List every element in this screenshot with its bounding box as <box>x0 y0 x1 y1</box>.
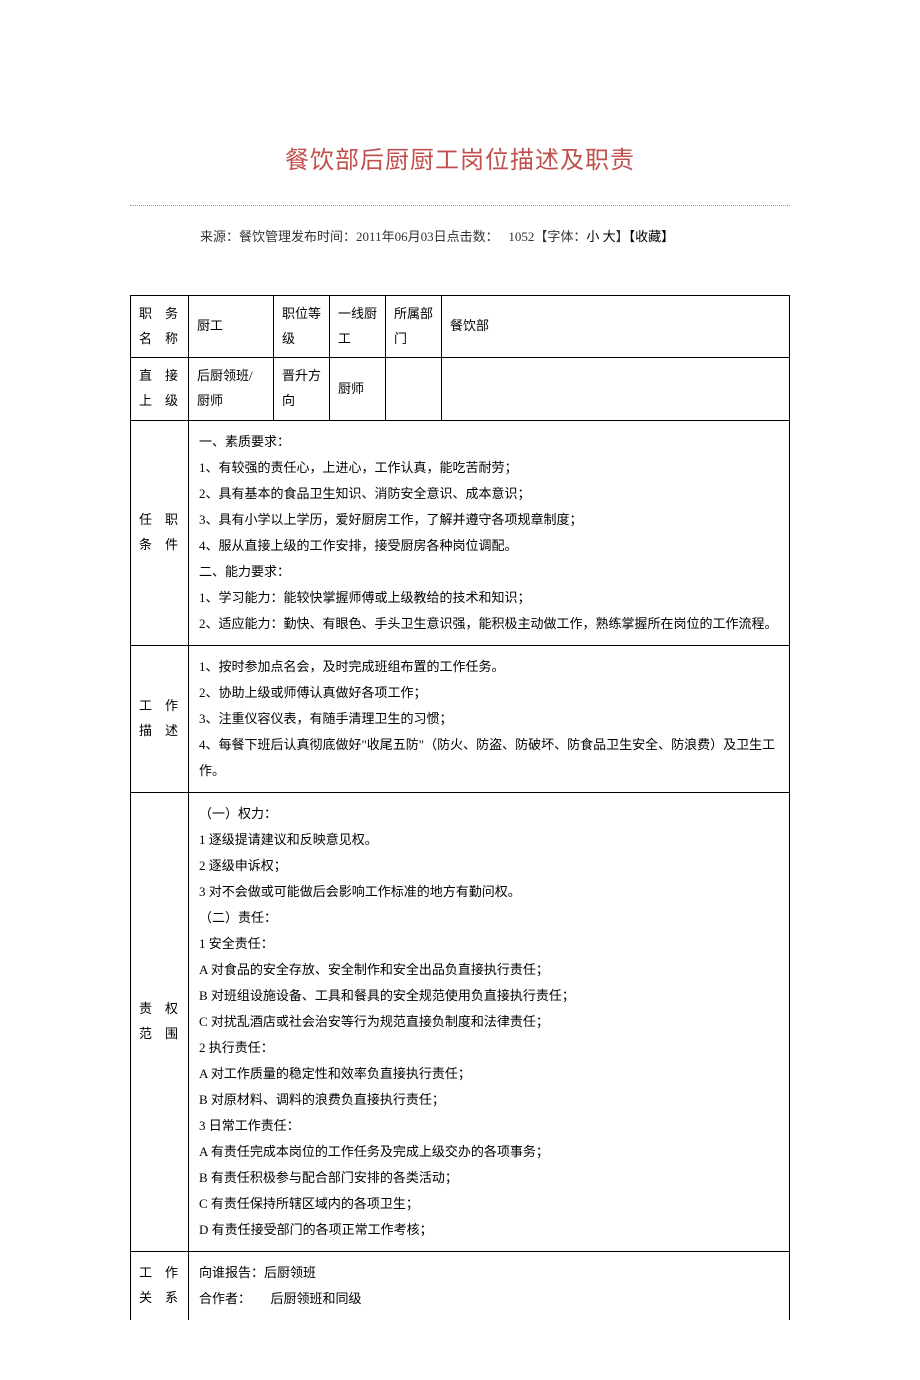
job-description-label: 工作描述 <box>131 645 189 792</box>
hits-value: 1052 <box>508 229 534 244</box>
department-label: 所属部门 <box>386 296 442 358</box>
source-value: 餐饮管理 <box>239 229 291 244</box>
content-line: 3 对不会做或可能做后会影响工作标准的地方有勤问权。 <box>199 879 779 905</box>
content-line: C 对扰乱酒店或社会治安等行为规范直接负制度和法律责任； <box>199 1009 779 1035</box>
empty-cell <box>442 358 790 420</box>
job-description-content: 1、按时参加点名会，及时完成班组布置的工作任务。 2、协助上级或师傅认真做好各项… <box>189 645 790 792</box>
content-line: A 对食品的安全存放、安全制作和安全出品负直接执行责任； <box>199 957 779 983</box>
content-line: 1、按时参加点名会，及时完成班组布置的工作任务。 <box>199 654 779 680</box>
content-line: 二、能力要求： <box>199 559 779 585</box>
table-row: 直接上级 后厨领班/厨师 晋升方向 厨师 <box>131 358 790 420</box>
table-row: 任职条件 一、素质要求： 1、有较强的责任心，上进心，工作认真，能吃苦耐劳； 2… <box>131 420 790 645</box>
table-row: 责权范围 （一）权力： 1 逐级提请建议和反映意见权。 2 逐级申诉权； 3 对… <box>131 792 790 1251</box>
empty-cell <box>386 358 442 420</box>
job-level-label: 职位等级 <box>274 296 330 358</box>
department-value: 餐饮部 <box>442 296 790 358</box>
content-line: 3、具有小学以上学历，爱好厨房工作，了解并遵守各项规章制度； <box>199 507 779 533</box>
supervisor-value: 后厨领班/厨师 <box>189 358 274 420</box>
work-relations-label: 工作关系 <box>131 1251 189 1320</box>
content-line: 2、具有基本的食品卫生知识、消防安全意识、成本意识； <box>199 481 779 507</box>
content-line: 3、注重仪容仪表，有随手清理卫生的习惯； <box>199 706 779 732</box>
content-line: （一）权力： <box>199 801 779 827</box>
content-line: 1、学习能力：能较快掌握师傅或上级教给的技术和知识； <box>199 585 779 611</box>
promotion-value: 厨师 <box>330 358 386 420</box>
publish-value: 2011年06月03日 <box>356 229 447 244</box>
content-line: B 对班组设施设备、工具和餐具的安全规范使用负直接执行责任； <box>199 983 779 1009</box>
job-title-value: 厨工 <box>189 296 274 358</box>
font-label: 【字体： <box>534 229 586 244</box>
publish-label: 发布时间： <box>291 229 356 244</box>
font-large-link[interactable]: 大 <box>603 229 616 244</box>
source-label: 来源： <box>200 229 239 244</box>
content-line: C 有责任保持所辖区域内的各项卫生； <box>199 1191 779 1217</box>
collect-link[interactable]: 【收藏】 <box>629 229 675 244</box>
content-line: 合作者： 后厨领班和同级 <box>199 1286 779 1312</box>
content-line: 一、素质要求： <box>199 429 779 455</box>
content-line: B 对原材料、调料的浪费负直接执行责任； <box>199 1087 779 1113</box>
page-title: 餐饮部后厨厨工岗位描述及职责 <box>130 140 790 175</box>
job-level-value: 一线厨工 <box>330 296 386 358</box>
font-small-link[interactable]: 小 <box>586 229 599 244</box>
content-line: D 有责任接受部门的各项正常工作考核； <box>199 1217 779 1243</box>
content-line: 2、适应能力：勤快、有眼色、手头卫生意识强，能积极主动做工作，熟练掌握所在岗位的… <box>199 611 779 637</box>
content-line: B 有责任积极参与配合部门安排的各类活动； <box>199 1165 779 1191</box>
table-row: 工作描述 1、按时参加点名会，及时完成班组布置的工作任务。 2、协助上级或师傅认… <box>131 645 790 792</box>
authority-scope-label: 责权范围 <box>131 792 189 1251</box>
qualifications-label: 任职条件 <box>131 420 189 645</box>
divider-line <box>130 205 790 206</box>
content-line: 2 逐级申诉权； <box>199 853 779 879</box>
content-line: 3 日常工作责任： <box>199 1113 779 1139</box>
content-line: 1 安全责任： <box>199 931 779 957</box>
content-line: 向谁报告：后厨领班 <box>199 1260 779 1286</box>
work-relations-content: 向谁报告：后厨领班 合作者： 后厨领班和同级 <box>189 1251 790 1320</box>
promotion-label: 晋升方向 <box>274 358 330 420</box>
content-line: 4、服从直接上级的工作安排，接受厨房各种岗位调配。 <box>199 533 779 559</box>
content-line: 4、每餐下班后认真彻底做好"收尾五防"（防火、防盗、防破坏、防食品卫生安全、防浪… <box>199 732 779 784</box>
meta-info: 来源：餐饮管理发布时间：2011年06月03日点击数： 1052【字体：小 大】… <box>130 226 790 245</box>
content-line: 1 逐级提请建议和反映意见权。 <box>199 827 779 853</box>
content-line: A 对工作质量的稳定性和效率负直接执行责任； <box>199 1061 779 1087</box>
content-line: A 有责任完成本岗位的工作任务及完成上级交办的各项事务； <box>199 1139 779 1165</box>
job-description-table: 职务名称 厨工 职位等级 一线厨工 所属部门 餐饮部 直接上级 后厨领班/厨师 … <box>130 295 790 1320</box>
job-title-label: 职务名称 <box>131 296 189 358</box>
content-line: 2 执行责任： <box>199 1035 779 1061</box>
content-line: （二）责任： <box>199 905 779 931</box>
content-line: 1、有较强的责任心，上进心，工作认真，能吃苦耐劳； <box>199 455 779 481</box>
supervisor-label: 直接上级 <box>131 358 189 420</box>
table-row: 工作关系 向谁报告：后厨领班 合作者： 后厨领班和同级 <box>131 1251 790 1320</box>
hits-label: 点击数： <box>447 229 499 244</box>
font-close: 】 <box>616 229 629 244</box>
qualifications-content: 一、素质要求： 1、有较强的责任心，上进心，工作认真，能吃苦耐劳； 2、具有基本… <box>189 420 790 645</box>
content-line: 2、协助上级或师傅认真做好各项工作； <box>199 680 779 706</box>
authority-scope-content: （一）权力： 1 逐级提请建议和反映意见权。 2 逐级申诉权； 3 对不会做或可… <box>189 792 790 1251</box>
table-row: 职务名称 厨工 职位等级 一线厨工 所属部门 餐饮部 <box>131 296 790 358</box>
